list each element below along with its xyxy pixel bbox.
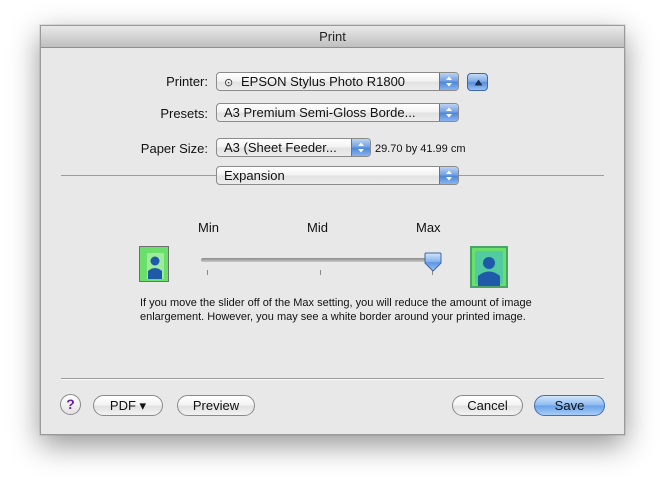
printer-popup[interactable]: ⊙ EPSON Stylus Photo R1800	[216, 72, 459, 91]
slider-tick-min	[207, 270, 208, 275]
slider-label-max: Max	[416, 220, 441, 235]
print-dialog: Print Printer: ⊙ EPSON Stylus Photo R1800…	[40, 25, 625, 435]
bottom-divider-highlight	[61, 379, 604, 380]
printer-value: EPSON Stylus Photo R1800	[241, 74, 406, 89]
presets-label: Presets:	[160, 106, 208, 121]
presets-popup[interactable]: A3 Premium Semi-Gloss Borde...	[216, 103, 459, 122]
help-button[interactable]: ?	[60, 394, 81, 415]
person-icon	[147, 253, 164, 279]
expansion-slider-track[interactable]	[201, 258, 436, 262]
printer-label: Printer:	[166, 74, 208, 89]
small-image-thumbnail	[139, 246, 169, 282]
expansion-slider-knob[interactable]	[424, 252, 442, 275]
popup-arrows-icon	[351, 139, 370, 156]
collapse-details-button[interactable]	[467, 73, 488, 91]
expansion-info-text: If you move the slider off of the Max se…	[140, 297, 532, 323]
presets-value: A3 Premium Semi-Gloss Borde...	[224, 105, 416, 120]
pdf-button[interactable]: PDF ▾	[93, 395, 163, 416]
slider-tick-mid	[320, 270, 321, 275]
save-button[interactable]: Save	[534, 395, 605, 416]
large-image-thumbnail	[470, 246, 508, 288]
paper-dimensions: 29.70 by 41.99 cm	[375, 143, 466, 155]
panel-value: Expansion	[224, 168, 285, 183]
popup-arrows-icon	[439, 104, 458, 121]
paper-size-label: Paper Size:	[140, 141, 208, 156]
slider-label-min: Min	[198, 220, 219, 235]
cancel-button[interactable]: Cancel	[452, 395, 523, 416]
paper-size-value: A3 (Sheet Feeder...	[224, 140, 337, 155]
slider-label-mid: Mid	[307, 220, 328, 235]
person-icon	[475, 251, 503, 286]
window-title: Print	[41, 26, 624, 48]
popup-arrows-icon	[439, 73, 458, 90]
preview-button[interactable]: Preview	[177, 395, 255, 416]
printer-status-icon: ⊙	[224, 77, 234, 89]
panel-popup[interactable]: Expansion	[216, 166, 459, 185]
popup-arrows-icon	[439, 167, 458, 184]
paper-size-popup[interactable]: A3 (Sheet Feeder...	[216, 138, 371, 157]
